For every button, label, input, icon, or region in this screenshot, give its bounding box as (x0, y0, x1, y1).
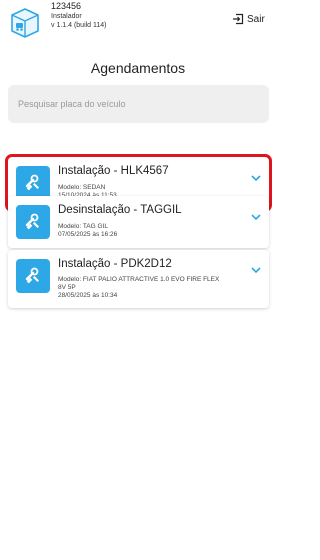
tools-icon (16, 166, 50, 200)
appointment-model-continued: 8V 5P (58, 284, 76, 291)
appointment-title: Desinstalação - TAGGIL (58, 204, 182, 216)
page-title: Agendamentos (90, 60, 186, 76)
appointment-title: Instalação - PDK2D12 (58, 258, 172, 270)
appointment-model: Modelo: FIAT PALIO ATTRACTIVE 1.0 EVO FI… (58, 276, 220, 283)
logout-icon (233, 13, 244, 25)
vehicle-tracker-logo-icon (11, 8, 39, 38)
user-role: Instalador (51, 13, 82, 20)
search-bar[interactable] (8, 85, 269, 123)
appointment-card[interactable]: Desinstalação - TAGGIL Modelo: TAG GIL 0… (8, 196, 269, 248)
appointment-datetime: 28/05/2025 às 10:34 (58, 292, 118, 299)
tools-icon (16, 205, 50, 239)
appointment-title: Instalação - HLK4567 (58, 165, 169, 177)
app-version: v 1.1.4 (build 114) (51, 22, 107, 29)
logout-label: Sair (247, 13, 265, 25)
appointment-model: Modelo: TAG GIL (58, 223, 108, 230)
appointment-datetime: 07/05/2025 às 16:26 (58, 231, 118, 238)
chevron-down-icon[interactable] (251, 213, 261, 221)
chevron-down-icon[interactable] (251, 266, 261, 274)
chevron-down-icon[interactable] (251, 174, 261, 182)
appointment-model: Modelo: SEDAN (58, 184, 106, 191)
app-header: 123456 Instalador v 1.1.4 (build 114) Sa… (0, 0, 276, 40)
user-info: 123456 Instalador v 1.1.4 (build 114) (51, 1, 107, 30)
tools-icon (16, 259, 50, 293)
logout-button[interactable]: Sair (232, 13, 265, 25)
appointment-card[interactable]: Instalação - PDK2D12 Modelo: FIAT PALIO … (8, 250, 269, 308)
user-id: 123456 (51, 1, 82, 11)
search-input[interactable] (8, 85, 269, 123)
